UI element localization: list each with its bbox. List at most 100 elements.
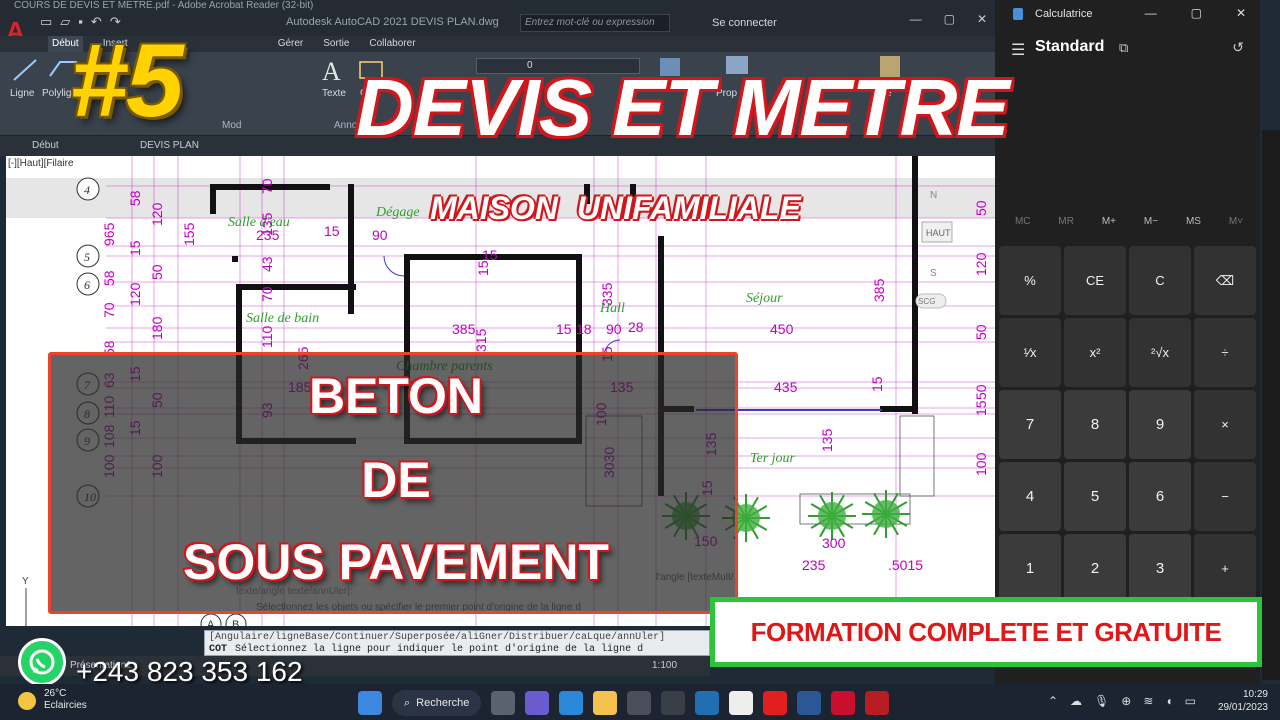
topic-line-1: BETON bbox=[308, 368, 484, 424]
hamburger-menu-icon[interactable]: ☰ bbox=[1011, 40, 1025, 60]
wifi-icon[interactable]: ≋ bbox=[1143, 694, 1153, 708]
help-search-input[interactable]: Entrez mot-clé ou expression bbox=[520, 14, 670, 32]
video-subtitle: MAISON UNIFAMILIALE bbox=[430, 190, 801, 226]
memory-button[interactable]: M− bbox=[1144, 216, 1158, 227]
calculator-key[interactable]: 2 bbox=[1064, 534, 1126, 603]
svg-text:A: A bbox=[322, 57, 341, 86]
youtube-icon[interactable] bbox=[763, 691, 788, 715]
cloud-icon[interactable]: ☁ bbox=[1070, 694, 1082, 708]
calculator-key[interactable]: ¹⁄x bbox=[999, 318, 1061, 387]
start-icon[interactable] bbox=[358, 691, 382, 715]
dimension-text: 15 bbox=[556, 321, 572, 337]
mail-icon[interactable] bbox=[559, 691, 584, 715]
text-tool-button[interactable]: Texte bbox=[322, 88, 346, 99]
word-icon[interactable] bbox=[797, 691, 822, 715]
calculator-key[interactable]: 1 bbox=[999, 534, 1061, 603]
calculator-window-controls: — ▢ ✕ bbox=[1145, 6, 1246, 20]
calculator-key[interactable]: ²√x bbox=[1129, 318, 1191, 387]
dimension-text: 28 bbox=[628, 319, 644, 335]
calculator-taskbar-icon[interactable] bbox=[627, 691, 652, 715]
viewport-label[interactable]: [-][Haut][Filaire bbox=[8, 158, 74, 169]
open-file-icon[interactable]: ▱ bbox=[60, 14, 70, 30]
calculator-key[interactable]: ⌫ bbox=[1194, 246, 1256, 315]
calculator-key[interactable]: 5 bbox=[1064, 462, 1126, 531]
memory-button[interactable]: MC bbox=[1015, 216, 1031, 227]
formation-text: FORMATION COMPLETE ET GRATUITE bbox=[750, 616, 1222, 647]
calculator-key[interactable]: 7 bbox=[999, 390, 1061, 459]
calculator-key[interactable]: CE bbox=[1064, 246, 1126, 315]
download-app-icon[interactable] bbox=[695, 691, 720, 715]
tab-gerer[interactable]: Gérer bbox=[278, 36, 304, 52]
history-icon[interactable]: ↺ bbox=[1232, 39, 1244, 56]
weather-widget[interactable]: 26°C Eclaircies bbox=[44, 688, 87, 712]
memory-button[interactable]: M+ bbox=[1102, 216, 1116, 227]
calculator-key[interactable]: 4 bbox=[999, 462, 1061, 531]
room-label: Salle de bain bbox=[246, 311, 319, 326]
dimension-text: 15 bbox=[324, 223, 340, 239]
microphone-icon[interactable]: 🎙 bbox=[1094, 694, 1109, 708]
dimension-text: 180 bbox=[149, 316, 165, 340]
calculator-key[interactable]: 9 bbox=[1129, 390, 1191, 459]
episode-number: #5 bbox=[70, 23, 184, 139]
autocad-taskbar-icon[interactable] bbox=[865, 691, 890, 715]
volume-icon[interactable]: ◖ bbox=[1165, 694, 1172, 708]
line-tool-button[interactable]: Ligne bbox=[10, 88, 34, 99]
new-file-icon[interactable]: ▭ bbox=[40, 14, 52, 30]
start-tab[interactable]: Début bbox=[32, 140, 59, 151]
tab-collaborer[interactable]: Collaborer bbox=[369, 36, 415, 52]
maximize-icon[interactable]: ▢ bbox=[1191, 6, 1202, 20]
calculator-key[interactable]: 8 bbox=[1064, 390, 1126, 459]
battery-icon[interactable]: ▭ bbox=[1185, 694, 1196, 708]
task-view-icon[interactable] bbox=[491, 691, 516, 715]
calculator-key[interactable]: C bbox=[1129, 246, 1191, 315]
video-title: DEVIS ET METRE bbox=[356, 63, 1010, 152]
weather-condition: Eclaircies bbox=[44, 700, 87, 711]
clock[interactable]: 10:29 29/01/2023 bbox=[1218, 688, 1268, 714]
teams-icon[interactable] bbox=[525, 691, 550, 715]
autocad-window-controls: — ▢ ✕ bbox=[910, 12, 987, 26]
wall bbox=[236, 284, 356, 290]
maximize-icon[interactable]: ▢ bbox=[944, 12, 955, 26]
sign-in-link[interactable]: Se connecter bbox=[712, 17, 777, 29]
calculator-key[interactable]: × bbox=[1194, 390, 1256, 459]
drawing-tab[interactable]: DEVIS PLAN bbox=[140, 140, 199, 151]
minimize-icon[interactable]: — bbox=[1145, 6, 1157, 20]
calculator-key[interactable]: 6 bbox=[1129, 462, 1191, 531]
file-explorer-icon[interactable] bbox=[593, 691, 618, 715]
calculator-key[interactable]: + bbox=[1194, 534, 1256, 603]
calculator-key[interactable]: x² bbox=[1064, 318, 1126, 387]
acrobat-icon[interactable] bbox=[831, 691, 856, 715]
dimension-text: 15 bbox=[127, 240, 143, 256]
close-icon[interactable]: ✕ bbox=[977, 12, 987, 26]
tiktok-icon[interactable] bbox=[729, 691, 754, 715]
background-scrollbar[interactable] bbox=[1262, 130, 1280, 680]
calculator-key[interactable]: ÷ bbox=[1194, 318, 1256, 387]
memory-button[interactable]: M˅ bbox=[1229, 216, 1243, 227]
dimension-text: 965 bbox=[101, 222, 117, 246]
whatsapp-icon bbox=[18, 638, 66, 686]
memory-button[interactable]: MR bbox=[1058, 216, 1074, 227]
dimension-text: 58 bbox=[101, 270, 117, 286]
annotation-scale[interactable]: 1:100 bbox=[652, 660, 677, 671]
calculator-key[interactable]: − bbox=[1194, 462, 1256, 531]
minimize-icon[interactable]: — bbox=[910, 12, 922, 26]
dimension-text: 90 bbox=[372, 227, 388, 243]
calculator-key[interactable]: 3 bbox=[1129, 534, 1191, 603]
taskbar-search[interactable]: ⌕ Recherche bbox=[392, 690, 482, 716]
close-icon[interactable]: ✕ bbox=[1236, 6, 1246, 20]
tab-sortie[interactable]: Sortie bbox=[323, 36, 349, 52]
command-prompt[interactable]: Sélectionnez la ligne pour indiquer le p… bbox=[235, 644, 643, 655]
wall bbox=[880, 406, 916, 412]
chevron-up-icon[interactable]: ⌃ bbox=[1048, 694, 1058, 708]
command-line[interactable]: [Angulaire/ligneBase/Continuer/Superposé… bbox=[204, 630, 710, 656]
memory-button[interactable]: MS bbox=[1186, 216, 1201, 227]
store-icon[interactable] bbox=[661, 691, 686, 715]
language-icon[interactable]: ⊕ bbox=[1121, 694, 1131, 708]
keep-on-top-icon[interactable]: ⧉ bbox=[1119, 40, 1128, 56]
room-label: Séjour bbox=[746, 291, 783, 306]
dimension-text: .5015 bbox=[888, 557, 923, 573]
calculator-key[interactable]: % bbox=[999, 246, 1061, 315]
calculator-title: Calculatrice bbox=[1035, 8, 1093, 20]
viewcube-north-label: N bbox=[930, 190, 937, 201]
calculator-keypad: % CE C ⌫ ¹⁄x x² ²√x ÷ 7 8 9 × 4 5 6− 1 2 3 + bbox=[999, 246, 1257, 603]
